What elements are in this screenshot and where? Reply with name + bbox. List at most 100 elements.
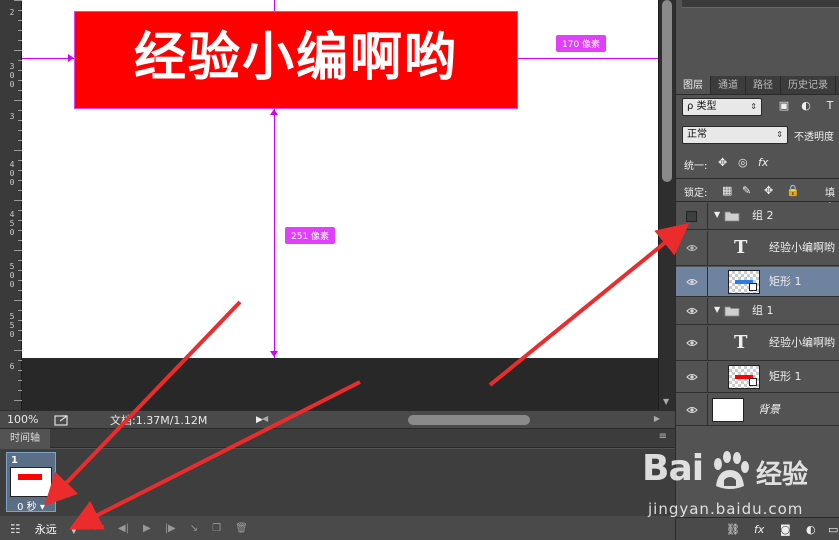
red-banner-shape[interactable]: 经验小编啊哟 xyxy=(74,11,518,109)
layer-thumbnail xyxy=(712,397,744,422)
layer-row-background[interactable]: 背景 xyxy=(676,394,839,426)
layer-name: 矩形 1 xyxy=(769,370,802,383)
tween-icon[interactable]: ↘ xyxy=(190,523,198,534)
guide-bottom-vertical xyxy=(274,109,275,358)
animation-frame[interactable]: 1 0 秒 ▾ xyxy=(6,452,56,513)
ruler-tick xyxy=(0,380,22,381)
share-icon[interactable] xyxy=(54,414,70,426)
expand-group-icon[interactable]: ▼ xyxy=(714,210,720,219)
zoom-level[interactable]: 100% xyxy=(0,413,48,426)
lock-position-icon[interactable]: ✥ xyxy=(764,184,773,197)
layer-thumbnail xyxy=(728,365,760,389)
scroll-down-arrow-icon[interactable]: ▼ xyxy=(663,397,669,406)
next-frame-icon[interactable]: |▶ xyxy=(165,523,176,534)
convert-to-video-timeline-icon[interactable]: ☷ xyxy=(10,522,21,536)
lock-transparent-icon[interactable]: ▦ xyxy=(722,184,732,197)
guide-top-vertical xyxy=(274,0,275,11)
previous-frame-icon[interactable]: ◀| xyxy=(118,523,129,534)
duplicate-frame-icon[interactable]: ❐ xyxy=(212,523,221,534)
vertical-scrollbar[interactable]: ▼ xyxy=(658,0,675,410)
unify-visibility-icon[interactable]: ◎ xyxy=(738,156,748,169)
ruler-tick xyxy=(0,290,22,291)
timeline-panel: 时间轴 ≡ 1 0 秒 ▾ ☷ 永远 ▼ ⏮ ◀| ▶ |▶ ↘ ❐ 🗑 xyxy=(0,428,675,540)
layer-row-group-2[interactable]: ▼ 组 2 xyxy=(676,203,839,230)
visibility-toggle[interactable] xyxy=(676,203,708,229)
delete-frame-icon[interactable]: 🗑 xyxy=(235,523,248,534)
layer-row-text[interactable]: T 经验小编啊哟 xyxy=(676,231,839,266)
first-frame-icon[interactable]: ⏮ xyxy=(95,523,104,534)
tab-paths[interactable]: 路径 xyxy=(746,76,781,94)
visibility-toggle[interactable] xyxy=(676,231,708,265)
ruler-tick xyxy=(0,50,22,51)
ruler-label: 300 xyxy=(9,62,15,89)
layer-row-shape[interactable]: 矩形 1 xyxy=(676,362,839,393)
layer-row-shape-selected[interactable]: 矩形 1 xyxy=(676,267,839,297)
vertical-scroll-thumb[interactable] xyxy=(662,0,672,182)
new-group-icon[interactable]: ▭ xyxy=(828,523,838,536)
opacity-label: 不透明度 xyxy=(794,132,834,143)
ruler-tick xyxy=(0,340,22,341)
ruler-tick xyxy=(0,60,22,61)
lock-label: 锁定: xyxy=(684,188,708,199)
layer-style-icon[interactable]: fx xyxy=(754,523,764,536)
filter-kind-select[interactable]: ρ 类型 ⇕ xyxy=(682,98,762,116)
tab-layers[interactable]: 图层 xyxy=(676,76,711,94)
eye-icon xyxy=(686,374,698,380)
ruler-label: 450 xyxy=(9,210,15,237)
ruler-tick xyxy=(0,140,22,141)
tab-history[interactable]: 历史记录 xyxy=(781,76,836,94)
link-layers-icon[interactable]: ⛓ xyxy=(726,523,740,536)
scroll-left-arrow-icon[interactable]: ◀ xyxy=(262,414,268,423)
layer-row-group-1[interactable]: ▼ 组 1 xyxy=(676,298,839,325)
scroll-right-arrow-icon[interactable]: ▶ xyxy=(654,414,660,423)
visibility-toggle[interactable] xyxy=(676,298,708,324)
play-icon[interactable]: ▶ xyxy=(143,523,151,534)
blend-mode-select[interactable]: 正常 ⇕ xyxy=(682,126,788,144)
lock-row: 锁定: ▦ ✎ ✥ 🔒 填充 xyxy=(676,178,839,214)
eye-icon xyxy=(686,406,698,413)
layer-name: 经验小编啊哟 xyxy=(769,336,835,349)
add-mask-icon[interactable]: ◙ xyxy=(780,523,791,536)
ruler-tick xyxy=(0,360,22,361)
lock-image-icon[interactable]: ✎ xyxy=(742,184,751,197)
visibility-toggle[interactable] xyxy=(676,267,708,296)
ruler-tick xyxy=(0,110,22,111)
image-filter-icon[interactable]: ▣ xyxy=(778,100,790,112)
visibility-toggle[interactable] xyxy=(676,362,708,392)
vector-mask-icon xyxy=(749,282,757,291)
unify-position-icon[interactable]: ✥ xyxy=(718,156,727,169)
ruler-tick xyxy=(0,260,22,261)
frame-delay-select[interactable]: 0 秒 ▾ xyxy=(7,498,55,513)
expand-group-icon[interactable]: ▼ xyxy=(714,305,720,314)
tab-timeline[interactable]: 时间轴 xyxy=(0,429,50,448)
panel-menu-icon[interactable]: ≡ xyxy=(659,431,667,442)
adjustment-filter-icon[interactable]: ◐ xyxy=(800,100,812,112)
adjustment-layer-icon[interactable]: ◐ xyxy=(806,523,816,536)
ruler-tick xyxy=(0,350,22,351)
layers-panel-footer: ⛓ fx ◙ ◐ ▭ xyxy=(676,517,839,540)
layer-row-text[interactable]: T 经验小编啊哟 xyxy=(676,326,839,361)
type-filter-icon[interactable]: T xyxy=(824,100,836,112)
horizontal-scrollbar[interactable]: ◀ ▶ xyxy=(262,414,660,426)
document-size-info: 文档:1.37M/1.12M xyxy=(110,413,208,427)
visibility-toggle[interactable] xyxy=(676,394,708,425)
blend-mode-value: 正常 xyxy=(687,129,707,140)
layer-filter-row: ρ 类型 ⇕ ▣ ◐ T xyxy=(682,98,839,116)
measure-label-horizontal: 170 像素 xyxy=(556,35,607,52)
guide-arrow-up xyxy=(270,109,278,115)
canvas[interactable]: 经验小编啊哟 170 像素 251 像素 xyxy=(22,0,658,358)
ruler-tick xyxy=(0,90,22,91)
layer-name: 矩形 1 xyxy=(769,274,802,288)
eye-icon xyxy=(686,245,698,251)
timeline-header: 时间轴 ≡ xyxy=(0,429,675,448)
lock-all-icon[interactable]: 🔒 xyxy=(786,184,800,197)
layer-name: 经验小编啊哟 xyxy=(769,241,835,254)
ruler-label: 3 xyxy=(9,112,15,121)
horizontal-scroll-thumb[interactable] xyxy=(408,415,530,425)
folder-icon xyxy=(724,306,740,317)
loop-options-select[interactable]: 永远 ▼ xyxy=(35,521,77,537)
vertical-ruler[interactable]: 2 300 3 400 450 500 550 6 xyxy=(0,0,22,410)
visibility-toggle[interactable] xyxy=(676,326,708,360)
tab-channels[interactable]: 通道 xyxy=(711,76,746,94)
unify-style-icon[interactable]: fx xyxy=(758,156,768,169)
